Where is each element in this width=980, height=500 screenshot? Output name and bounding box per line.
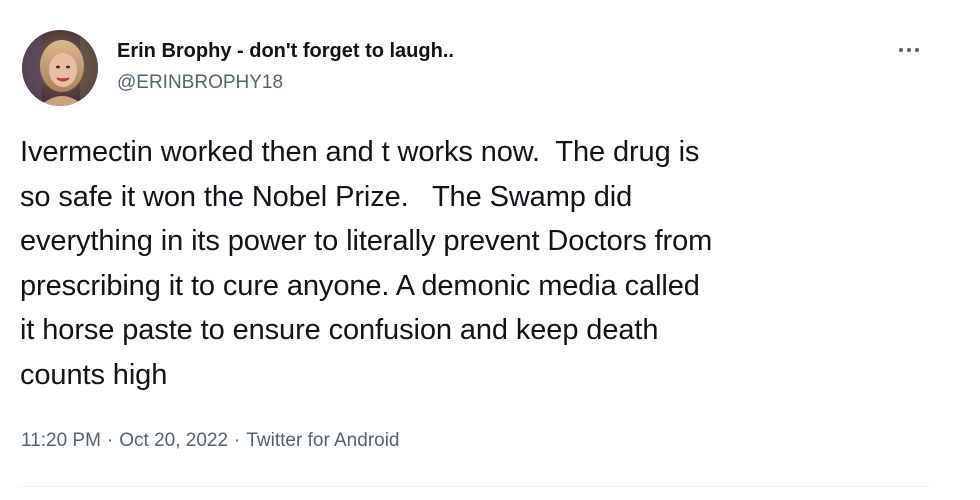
tweet-text-line: Ivermectin worked then and t works now. …	[20, 136, 700, 168]
more-options-button[interactable]	[892, 36, 928, 64]
tweet-text-line: everything in its power to literally pre…	[20, 225, 713, 257]
tweet-text-line: it horse paste to ensure confusion and k…	[20, 314, 659, 346]
author-name[interactable]: Erin Brophy - don't forget to laugh..	[117, 38, 454, 64]
tweet-date-link[interactable]: Oct 20, 2022	[119, 430, 228, 451]
tweet-time-link[interactable]: 11:20 PM	[21, 430, 101, 451]
tweet-source-link[interactable]: Twitter for Android	[246, 430, 399, 451]
tweet-text-line: prescribing it to cure anyone. A demonic…	[20, 269, 700, 302]
avatar[interactable]	[22, 30, 98, 106]
tweet-card: Erin Brophy - don't forget to laugh.. @E…	[0, 0, 980, 500]
tweet-metadata: 11:20 PM · Oct 20, 2022 · Twitter for Androi…	[21, 428, 400, 454]
meta-separator: ·	[234, 430, 241, 451]
divider	[20, 486, 930, 487]
tweet-text-line: so safe it won the Nobel Prize. The Swam…	[20, 180, 633, 213]
avatar-image	[22, 30, 98, 106]
tweet-text-line: counts high	[20, 358, 168, 391]
meta-separator: ·	[106, 430, 114, 451]
tweet-text: Ivermectin worked then and t works now. …	[20, 130, 950, 397]
author-handle[interactable]: @ERINBROPHY18	[117, 70, 283, 96]
